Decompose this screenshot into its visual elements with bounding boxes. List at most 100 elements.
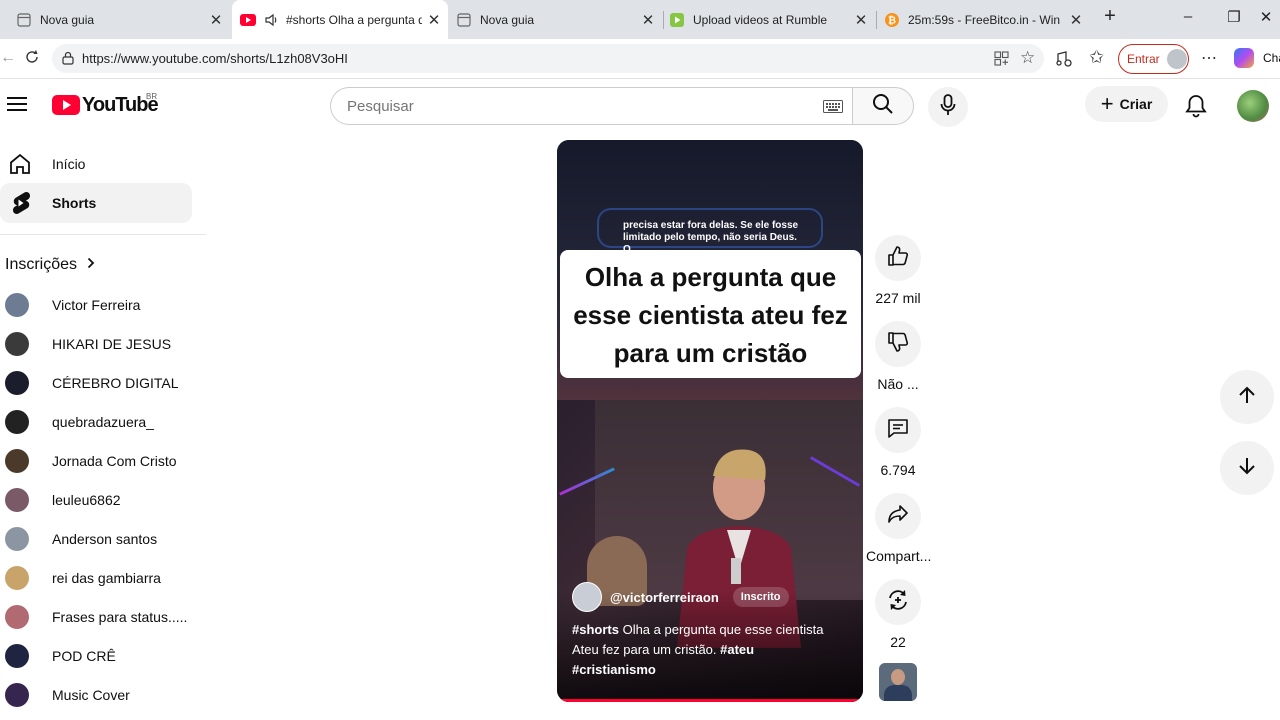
search-input[interactable]: Pesquisar <box>330 87 853 125</box>
restore-icon[interactable]: ❐ <box>1224 8 1244 26</box>
sidebar-subscription-item[interactable]: rei das gambiarra <box>0 558 161 597</box>
next-short-button[interactable] <box>1220 441 1274 495</box>
shorts-video-player[interactable]: precisa estar fora delas. Se ele fosse l… <box>557 140 863 702</box>
search-placeholder: Pesquisar <box>347 98 414 115</box>
video-progress-bar[interactable] <box>557 699 863 702</box>
sidebar-subscription-item[interactable]: Anderson santos <box>0 519 157 558</box>
close-tab-icon[interactable]: ✕ <box>640 11 656 29</box>
address-bar: ← https://www.youtube.com/shorts/L1zh08V… <box>0 39 1280 79</box>
sidebar-item-shorts[interactable]: Shorts <box>0 183 192 223</box>
close-tab-icon[interactable]: ✕ <box>208 11 224 29</box>
subscription-name: Music Cover <box>52 686 130 703</box>
lock-icon[interactable] <box>61 51 75 70</box>
voice-search-button[interactable] <box>928 87 968 127</box>
like-action: 227 mil <box>866 235 930 306</box>
tab-freebitco[interactable]: ₿ 25m:59s - FreeBitco.in - Win fr ✕ <box>884 0 1090 39</box>
subscriptions-header[interactable]: Inscrições <box>5 256 95 274</box>
minimize-icon[interactable]: – <box>1178 8 1198 25</box>
sidebar-item-inicio[interactable]: Início <box>0 144 192 184</box>
caption-box: Olha a pergunta que esse cientista ateu … <box>560 250 861 378</box>
comment-icon <box>887 417 909 444</box>
channel-avatar <box>5 448 29 473</box>
region-code: BR <box>146 92 158 101</box>
channel-avatar <box>5 643 29 668</box>
new-tab-icon[interactable]: + <box>1100 5 1120 28</box>
close-tab-icon[interactable]: ✕ <box>426 11 442 29</box>
arrow-down-icon <box>1237 456 1257 481</box>
close-window-icon[interactable]: ✕ <box>1256 8 1276 26</box>
sidebar-item-label: Shorts <box>52 195 97 211</box>
channel-info: @victorferreiraon Inscrito <box>572 582 789 612</box>
channel-avatar <box>5 682 29 707</box>
sidebar-subscription-item[interactable]: POD CRÊ <box>0 636 116 675</box>
video-description[interactable]: #shorts Olha a pergunta que esse cientis… <box>572 620 852 680</box>
back-icon[interactable]: ← <box>0 49 16 67</box>
share-label: Compart... <box>866 548 932 564</box>
subscription-name: quebradazuera_ <box>52 413 154 430</box>
channel-name[interactable]: @victorferreiraon <box>610 590 719 605</box>
sidebar-subscription-item[interactable]: Frases para status..... <box>0 597 187 636</box>
youtube-logo-icon <box>52 95 80 120</box>
tab-title: Upload videos at Rumble <box>693 12 828 27</box>
sidebar-item-label: Início <box>52 156 86 172</box>
page-icon <box>16 12 32 28</box>
speaker-icon[interactable] <box>264 12 280 28</box>
thumbs-down-icon <box>887 331 909 358</box>
subscribed-button[interactable]: Inscrito <box>732 587 789 607</box>
hashtag-cristianismo[interactable]: #cristianismo <box>572 662 656 677</box>
favorites-icon[interactable]: ✩ <box>1089 47 1104 68</box>
sidebar-subscription-item[interactable]: HIKARI DE JESUS <box>0 324 171 363</box>
sidebar-subscription-item[interactable]: quebradazuera_ <box>0 402 154 441</box>
remix-action: 22 <box>866 579 930 650</box>
share-arrow-icon <box>887 504 909 529</box>
comments-button[interactable] <box>875 407 921 453</box>
hashtag-ateu[interactable]: #ateu <box>720 642 754 657</box>
tab-rumble[interactable]: Upload videos at Rumble ✕ <box>669 0 875 39</box>
media-control-icon[interactable] <box>1055 50 1073 73</box>
tab-youtube-shorts[interactable]: #shorts Olha a pergunta q ✕ <box>232 0 448 39</box>
previous-short-button[interactable] <box>1220 370 1274 424</box>
close-tab-icon[interactable]: ✕ <box>1068 11 1084 29</box>
refresh-icon[interactable] <box>24 49 40 70</box>
menu-icon[interactable] <box>7 96 27 117</box>
channel-thumbnail[interactable] <box>879 663 917 701</box>
copilot-icon <box>1234 48 1254 68</box>
sidebar-subscription-item[interactable]: Jornada Com Cristo <box>0 441 177 480</box>
more-options-icon[interactable]: ⋯ <box>1201 48 1217 68</box>
tab-nova-guia-1[interactable]: Nova guia ✕ <box>16 0 230 39</box>
sidebar-subscription-item[interactable]: Victor Ferreira <box>0 285 140 324</box>
sidebar-subscription-item[interactable]: CÉREBRO DIGITAL <box>0 363 179 402</box>
url-field[interactable]: https://www.youtube.com/shorts/L1zh08V3o… <box>52 44 1044 73</box>
remix-count: 22 <box>890 634 906 650</box>
signin-button[interactable]: Entrar <box>1118 44 1189 74</box>
create-label: Criar <box>1119 96 1153 112</box>
subscription-name: Frases para status..... <box>52 608 188 625</box>
tab-title: #shorts Olha a pergunta q <box>286 12 422 27</box>
create-button[interactable]: + Criar <box>1085 86 1168 122</box>
subscription-name: Jornada Com Cristo <box>52 452 177 469</box>
chevron-right-icon <box>87 256 95 274</box>
sidebar-subscription-item[interactable]: leuleu6862 <box>0 480 121 519</box>
share-button[interactable] <box>875 493 921 539</box>
user-avatar[interactable] <box>1237 90 1269 122</box>
thumbnail-face <box>891 669 905 685</box>
like-button[interactable] <box>875 235 921 281</box>
video-caption-title: Olha a pergunta que esse cientista ateu … <box>573 262 848 368</box>
keyboard-icon[interactable] <box>823 100 843 118</box>
channel-avatar[interactable] <box>572 582 602 612</box>
copilot-button[interactable]: Cha <box>1234 48 1280 68</box>
favorite-star-icon[interactable]: ☆ <box>1020 48 1035 68</box>
sidebar-subscription-item[interactable]: Music Cover <box>0 675 130 714</box>
subscription-name: Victor Ferreira <box>52 296 141 313</box>
dislike-action: Não ... <box>866 321 930 392</box>
tab-nova-guia-2[interactable]: Nova guia ✕ <box>456 0 662 39</box>
dislike-button[interactable] <box>875 321 921 367</box>
search-button[interactable] <box>852 87 914 125</box>
svg-text:₿: ₿ <box>888 14 896 26</box>
notifications-bell-icon[interactable] <box>1185 94 1207 123</box>
signin-label: Entrar <box>1127 52 1160 66</box>
hashtag-shorts[interactable]: #shorts <box>572 622 619 637</box>
app-available-icon[interactable] <box>994 51 1009 71</box>
close-tab-icon[interactable]: ✕ <box>853 11 869 29</box>
remix-button[interactable] <box>875 579 921 625</box>
